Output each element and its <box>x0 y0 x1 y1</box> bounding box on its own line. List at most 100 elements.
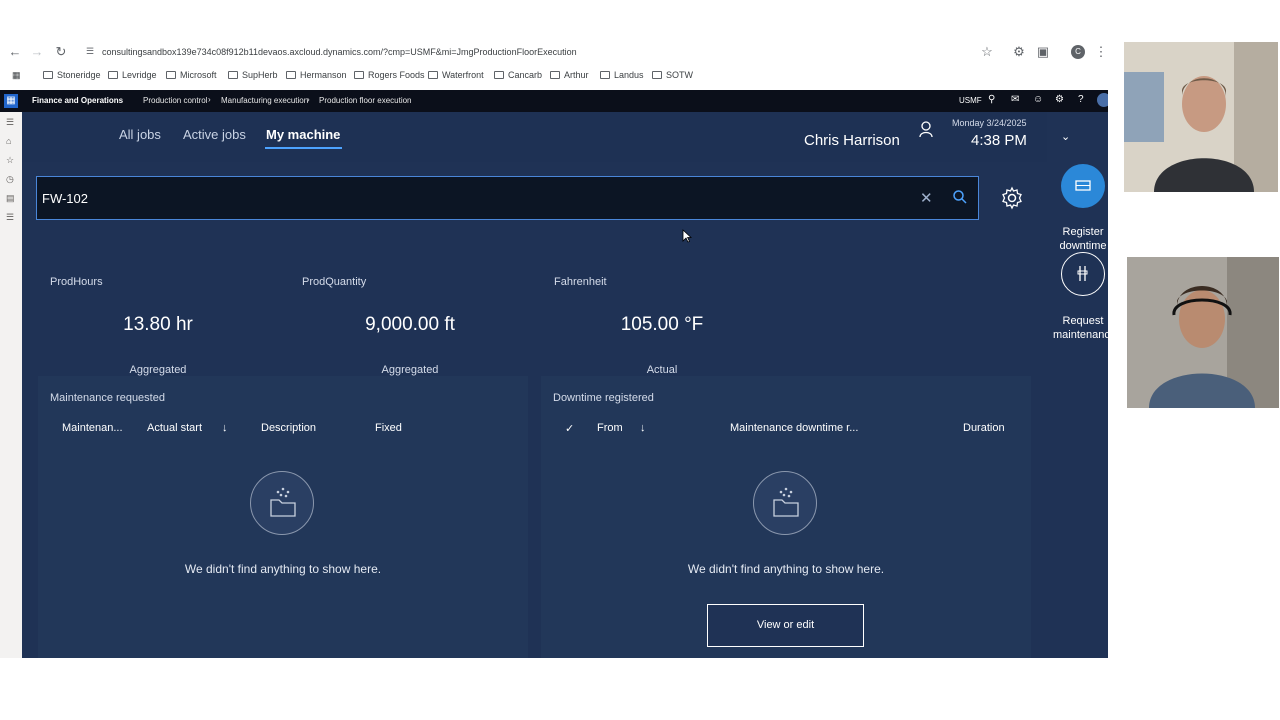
address-bar[interactable]: ☰ consultingsandbox139e734c08f912b11deva… <box>78 42 1038 64</box>
column-header[interactable]: Duration <box>963 422 1005 434</box>
user-avatar[interactable] <box>1097 93 1108 107</box>
bookmark-item[interactable]: Stoneridge <box>43 70 101 80</box>
folder-icon <box>652 71 662 79</box>
reload-icon[interactable]: ↻ <box>54 45 68 59</box>
search-input-value[interactable]: FW-102 <box>42 191 88 206</box>
company-selector[interactable]: USMF <box>959 96 982 105</box>
folder-icon <box>108 71 118 79</box>
breadcrumb-item[interactable]: Production floor execution <box>319 96 412 105</box>
folder-icon <box>550 71 560 79</box>
apps-grid-icon[interactable]: ▦ <box>12 70 21 81</box>
bookmark-item[interactable]: Hermanson <box>286 70 347 80</box>
top-navigation-bar: ▦ Finance and Operations Production cont… <box>0 90 1108 112</box>
favorites-star-icon[interactable]: ☆ <box>6 155 14 166</box>
folder-icon <box>228 71 238 79</box>
browser-chrome: ← → ↻ ☰ consultingsandbox139e734c08f912b… <box>0 40 1110 90</box>
participant-video-tile <box>1127 257 1279 408</box>
back-icon[interactable]: ← <box>8 45 22 59</box>
browser-menu-icon[interactable]: ⋮ <box>1094 45 1108 59</box>
column-header[interactable]: Description <box>261 422 316 434</box>
bookmark-star-icon[interactable]: ☆ <box>980 45 994 59</box>
active-tab-indicator <box>265 147 342 149</box>
hamburger-menu-icon[interactable]: ☰ <box>6 117 14 128</box>
empty-state-text: We didn't find anything to show here. <box>687 562 885 576</box>
metric-value: 105.00 °F <box>620 314 704 335</box>
metric-label: ProdHours <box>50 276 103 288</box>
register-downtime-label: Register downtime <box>1059 226 1107 252</box>
sort-descending-icon[interactable]: ↓ <box>222 422 228 434</box>
user-icon[interactable] <box>919 120 933 140</box>
bookmark-item[interactable]: Microsoft <box>166 70 217 80</box>
request-maintenance-button[interactable] <box>1061 252 1105 296</box>
settings-gear-icon[interactable] <box>1000 186 1024 210</box>
column-header[interactable]: Maintenan... <box>62 422 123 434</box>
settings-icon[interactable]: ⚙ <box>1055 94 1064 105</box>
metric-subtitle: Aggregated <box>129 364 187 376</box>
metric-label: ProdQuantity <box>302 276 367 288</box>
tab-all-jobs[interactable]: All jobs <box>119 127 161 142</box>
sidepanel-icon[interactable]: ▣ <box>1036 45 1050 59</box>
chevron-right-icon: › <box>307 95 310 104</box>
url-text: consultingsandbox139e734c08f912b11devaos… <box>102 47 577 57</box>
chevron-right-icon: › <box>208 95 211 104</box>
current-date: Monday 3/24/2025 <box>952 118 1027 128</box>
tab-active-jobs[interactable]: Active jobs <box>183 127 246 142</box>
select-all-checkmark-icon[interactable]: ✓ <box>565 422 574 435</box>
column-header[interactable]: Maintenance downtime r... <box>730 422 858 434</box>
workspaces-icon[interactable]: ▤ <box>6 193 15 204</box>
breadcrumb-item[interactable]: Manufacturing execution <box>221 96 308 105</box>
view-or-edit-button[interactable]: View or edit <box>707 604 864 647</box>
resource-search-field[interactable]: FW-102 ✕ <box>36 176 979 220</box>
breadcrumb-item[interactable]: Production control <box>143 96 207 105</box>
production-floor-main: All jobs Active jobs My machine Chris Ha… <box>22 112 1108 658</box>
metric-label: Fahrenheit <box>554 276 607 288</box>
app-name[interactable]: Finance and Operations <box>32 96 123 105</box>
bookmark-item[interactable]: SOTW <box>652 70 693 80</box>
mouse-cursor-icon <box>682 229 693 243</box>
left-navigation-rail: ☰ ⌂ ☆ ◷ ▤ ☰ <box>0 112 22 658</box>
chevron-down-icon[interactable]: ⌄ <box>1061 130 1070 143</box>
bookmark-item[interactable]: Rogers Foods <box>354 70 425 80</box>
notifications-icon[interactable]: ✉ <box>1011 94 1019 105</box>
app-launcher-icon[interactable]: ▦ <box>4 94 18 108</box>
extension-icon[interactable]: ⚙ <box>1012 45 1026 59</box>
bookmark-item[interactable]: Levridge <box>108 70 157 80</box>
bookmark-item[interactable]: Landus <box>600 70 644 80</box>
tab-my-machine[interactable]: My machine <box>266 127 340 142</box>
sort-descending-icon[interactable]: ↓ <box>640 422 646 434</box>
folder-icon <box>600 71 610 79</box>
request-maintenance-label: Requestmaintenance <box>1053 315 1108 341</box>
home-icon[interactable]: ⌂ <box>6 136 11 146</box>
metric-subtitle: Aggregated <box>381 364 439 376</box>
feedback-icon[interactable]: ☺ <box>1033 94 1043 105</box>
bookmarks-bar: ▦ Stoneridge Levridge Microsoft SupHerb … <box>0 68 1110 86</box>
column-header[interactable]: Fixed <box>375 422 402 434</box>
register-downtime-button[interactable] <box>1061 164 1105 208</box>
recent-clock-icon[interactable]: ◷ <box>6 174 14 185</box>
search-icon[interactable] <box>952 189 968 205</box>
folder-icon <box>428 71 438 79</box>
dynamics-app: ▦ Finance and Operations Production cont… <box>0 90 1108 658</box>
empty-folder-icon <box>753 471 817 535</box>
folder-icon <box>43 71 53 79</box>
metric-value: 13.80 hr <box>123 314 193 335</box>
column-header[interactable]: Actual start <box>147 422 202 434</box>
folder-icon <box>354 71 364 79</box>
column-header[interactable]: From <box>597 422 623 434</box>
panel-title: Maintenance requested <box>50 392 165 404</box>
bookmark-item[interactable]: Waterfront <box>428 70 484 80</box>
help-icon[interactable]: ? <box>1078 94 1084 105</box>
bookmark-item[interactable]: SupHerb <box>228 70 278 80</box>
site-info-icon[interactable]: ☰ <box>86 46 94 57</box>
clear-icon[interactable]: ✕ <box>920 189 933 207</box>
forward-icon[interactable]: → <box>30 45 44 59</box>
metric-value: 9,000.00 ft <box>365 314 455 335</box>
profile-avatar-icon[interactable]: C <box>1071 45 1085 59</box>
bookmark-item[interactable]: Cancarb <box>494 70 542 80</box>
user-name[interactable]: Chris Harrison <box>804 132 900 149</box>
empty-folder-icon <box>250 471 314 535</box>
modules-list-icon[interactable]: ☰ <box>6 212 14 223</box>
metric-subtitle: Actual <box>646 364 678 376</box>
bookmark-item[interactable]: Arthur <box>550 70 589 80</box>
search-icon[interactable]: ⚲ <box>988 94 995 105</box>
